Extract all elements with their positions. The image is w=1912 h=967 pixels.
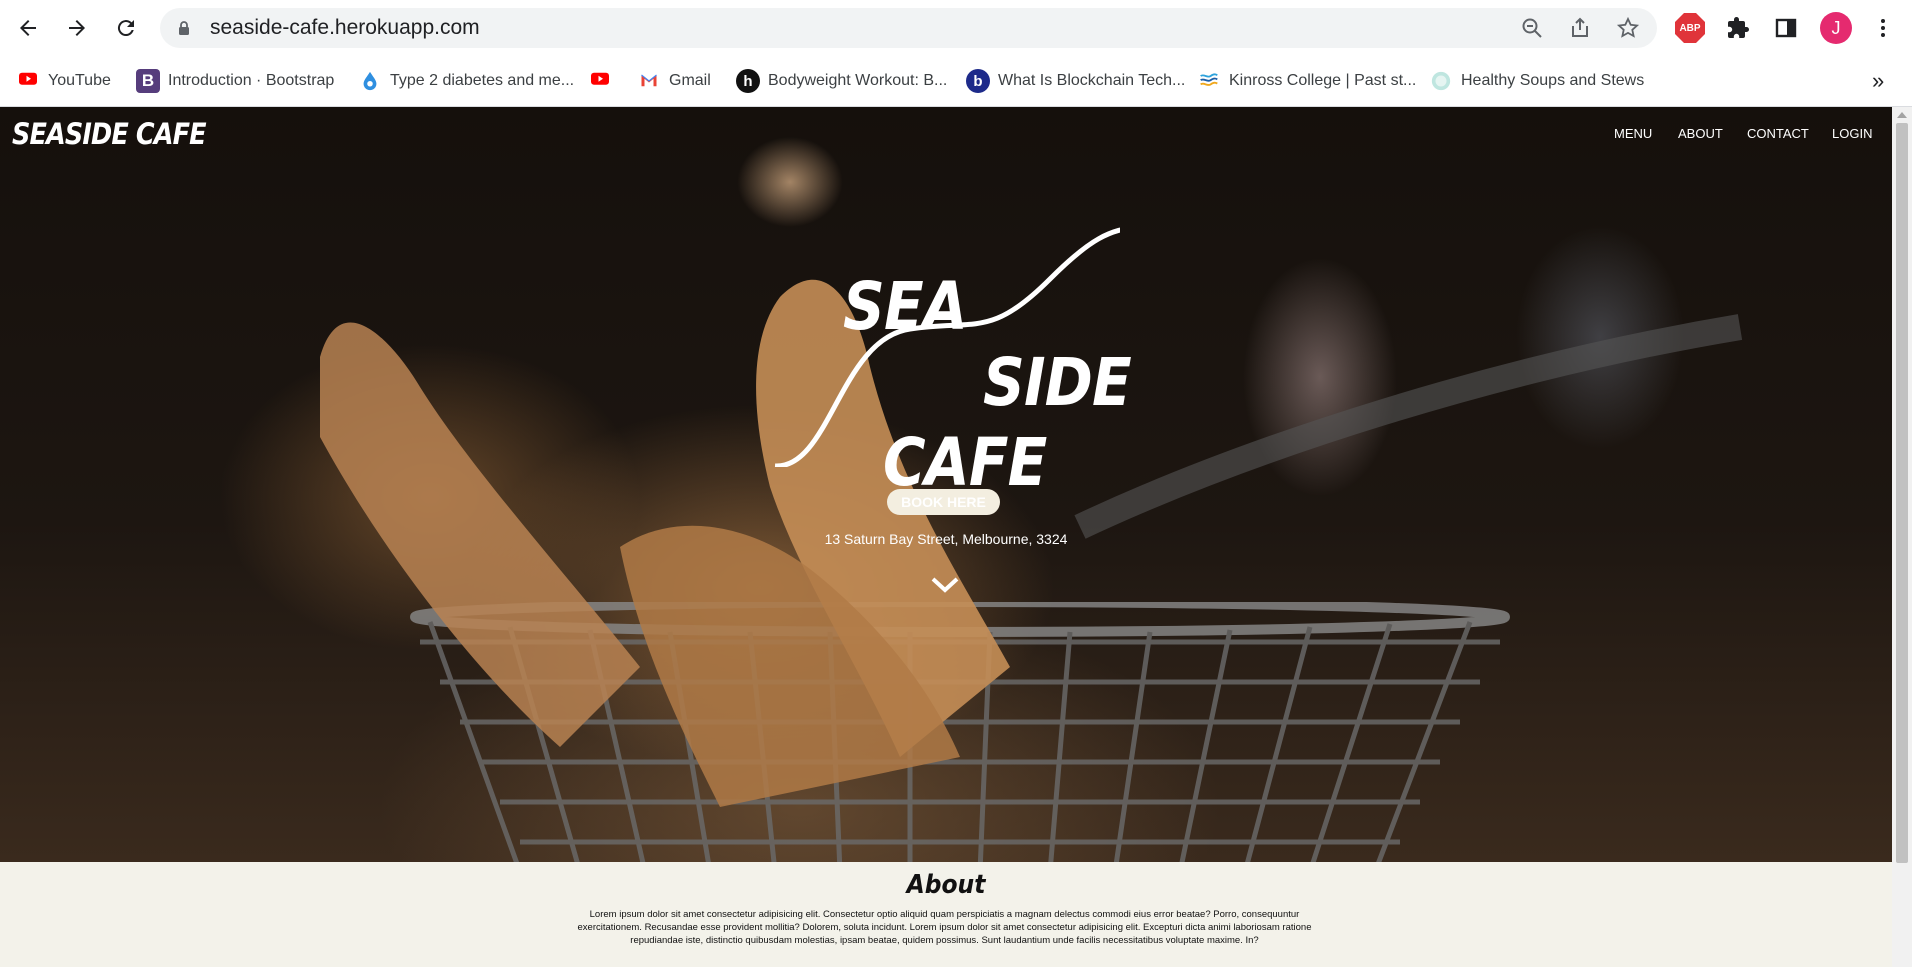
bookmark-label: What Is Blockchain Tech...: [998, 72, 1186, 89]
bookmark-bootstrap[interactable]: B Introduction · Bootstrap: [136, 67, 334, 95]
reload-icon: [117, 20, 134, 37]
nav-menu[interactable]: MENU: [1614, 126, 1652, 141]
hero-section: SEASIDE CAFE MENU ABOUT CONTACT LOGIN SE…: [0, 107, 1892, 862]
bookmark-gmail[interactable]: Gmail: [637, 67, 711, 95]
youtube-icon: [588, 69, 612, 93]
hero-logo-sea: SEA: [843, 268, 968, 345]
bootstrap-icon: B: [136, 69, 160, 93]
adblock-plus-icon[interactable]: ABP: [1675, 13, 1705, 43]
scrollbar-thumb[interactable]: [1896, 123, 1908, 863]
address-bar[interactable]: seaside-cafe.herokuapp.com: [160, 8, 1657, 48]
overflow-label: »: [1872, 68, 1885, 93]
bookmark-workout[interactable]: h Bodyweight Workout: B...: [736, 67, 947, 95]
bookmarks-overflow-button[interactable]: »: [1872, 67, 1884, 95]
bookmark-label: YouTube: [48, 72, 111, 89]
chevron-down-icon[interactable]: [930, 575, 960, 595]
gmail-icon: [637, 69, 661, 93]
kinross-icon: [1197, 69, 1221, 93]
bookmarks-bar: YouTube B Introduction · Bootstrap Type …: [0, 56, 1912, 107]
back-arrow-icon: [20, 20, 36, 36]
url-text[interactable]: seaside-cafe.herokuapp.com: [210, 8, 480, 48]
about-title: About: [906, 870, 986, 900]
cafe-address: 13 Saturn Bay Street, Melbourne, 3324: [824, 531, 1068, 547]
page-viewport: SEASIDE CAFE MENU ABOUT CONTACT LOGIN SE…: [0, 107, 1892, 967]
blockchain-site-icon: b: [966, 69, 990, 93]
profile-avatar[interactable]: J: [1820, 12, 1852, 44]
browser-toolbar: seaside-cafe.herokuapp.com ABP J: [0, 0, 1912, 56]
chrome-menu-icon[interactable]: [1868, 13, 1898, 43]
bookmark-soups[interactable]: Healthy Soups and Stews: [1429, 67, 1644, 95]
share-icon[interactable]: [1568, 16, 1592, 40]
bookmark-label: Gmail: [669, 72, 711, 89]
bookmark-youtube-2[interactable]: [588, 67, 612, 95]
page-scrollbar[interactable]: [1892, 107, 1912, 967]
back-button[interactable]: [10, 10, 46, 46]
bookmark-label: Bodyweight Workout: B...: [768, 72, 948, 89]
avatar-initial: J: [1831, 17, 1841, 38]
hero-logo-side: SIDE: [983, 344, 1132, 421]
nav-contact[interactable]: CONTACT: [1747, 126, 1809, 141]
workout-site-icon: h: [736, 69, 760, 93]
lock-icon: [179, 21, 189, 35]
nav-about[interactable]: ABOUT: [1678, 126, 1723, 141]
site-logo[interactable]: SEASIDE CAFE: [12, 117, 207, 151]
about-text: Lorem ipsum dolor sit amet consectetur a…: [577, 909, 1312, 946]
book-here-button[interactable]: BOOK HERE: [887, 489, 1000, 515]
about-section: About Lorem ipsum dolor sit amet consect…: [0, 862, 1892, 967]
hero-logo-cafe: CAFE: [883, 424, 1047, 501]
bookmark-blockchain[interactable]: b What Is Blockchain Tech...: [966, 67, 1185, 95]
bookmark-label: Kinross College | Past st...: [1229, 72, 1417, 89]
bookmark-diabetes[interactable]: Type 2 diabetes and me...: [358, 67, 574, 95]
bookmark-star-icon[interactable]: [1616, 16, 1640, 40]
extensions-puzzle-icon[interactable]: [1723, 13, 1753, 43]
bookmark-label: Introduction · Bootstrap: [168, 72, 335, 89]
soups-site-icon: [1429, 69, 1453, 93]
forward-button[interactable]: [59, 10, 95, 46]
bookmark-label: Type 2 diabetes and me...: [390, 72, 575, 89]
bookmark-kinross[interactable]: Kinross College | Past st...: [1197, 67, 1416, 95]
zoom-icon[interactable]: [1520, 16, 1544, 40]
bookmark-youtube[interactable]: YouTube: [16, 67, 111, 95]
side-panel-icon[interactable]: [1771, 13, 1801, 43]
abp-label: ABP: [1679, 22, 1701, 34]
reload-button[interactable]: [108, 10, 144, 46]
bookmark-label: Healthy Soups and Stews: [1461, 72, 1645, 89]
diabetes-site-icon: [358, 69, 382, 93]
forward-arrow-icon: [69, 20, 85, 36]
youtube-icon: [16, 69, 40, 93]
scroll-up-arrow-icon[interactable]: [1897, 112, 1907, 118]
nav-login[interactable]: LOGIN: [1832, 126, 1872, 141]
